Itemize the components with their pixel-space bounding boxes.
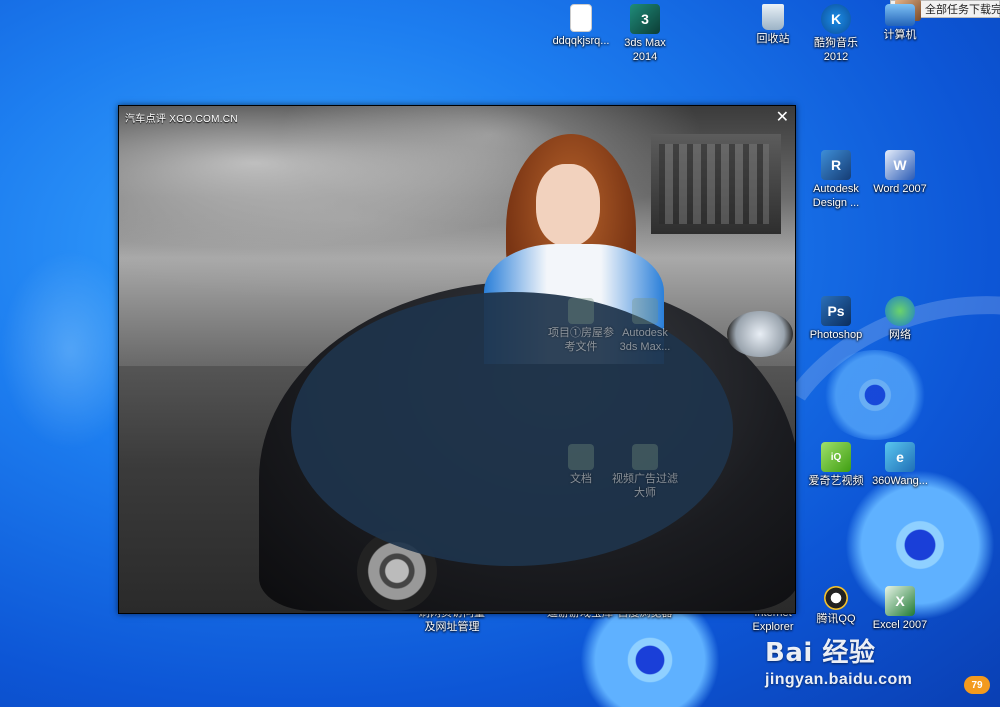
ghost-icon-3dsmax: Autodesk 3ds Max... <box>605 298 685 354</box>
desktop-icon-3dsmax-2014[interactable]: 3 3ds Max 2014 <box>611 4 679 64</box>
qq-penguin-icon <box>824 586 848 610</box>
ghost-icon-ad-filter: 视频广告过滤 大师 <box>605 444 685 500</box>
desktop-icon-kugou-music[interactable]: K 酷狗音乐 2012 <box>802 4 870 64</box>
ad-filter-icon <box>632 444 658 470</box>
desktop-icon-label: 网络 <box>889 329 911 341</box>
close-button[interactable]: ✕ <box>776 109 789 127</box>
document-icon <box>568 444 594 470</box>
desktop-icon-label: 计算机 <box>883 29 917 41</box>
desktop-icon-network[interactable]: 网络 <box>866 296 934 342</box>
desktop-icon-computer[interactable]: 计算机 <box>866 4 934 42</box>
desktop-icon-label: Word 2007 <box>873 183 927 195</box>
desktop-icon-label: ddqqkjsrq... <box>552 35 610 47</box>
desktop-icon-360-browser[interactable]: e 360Wang... <box>866 442 934 488</box>
watermark-url: jingyan.baidu.com <box>765 671 913 688</box>
network-icon <box>885 296 915 326</box>
desktop-icon-label: 腾讯QQ <box>816 613 856 625</box>
iqiyi-icon: iQ <box>821 442 851 472</box>
desktop-icon-label: 3ds Max 2014 <box>624 37 666 63</box>
desktop-icon-word-2007[interactable]: W Word 2007 <box>866 150 934 196</box>
car-headlight <box>727 311 793 357</box>
word-icon: W <box>885 150 915 180</box>
file-icon <box>570 4 592 32</box>
desktop-icon-label: 酷狗音乐 2012 <box>814 37 858 63</box>
desktop: 全部任务下载完 ddqqkjsrq... 3 3ds Max 2014 回收站 … <box>0 0 1000 707</box>
flower-decoration <box>820 350 930 440</box>
model-face <box>536 164 600 246</box>
desktop-icon-ddqqkjsrq[interactable]: ddqqkjsrq... <box>547 4 615 48</box>
photoshop-icon: Ps <box>821 296 851 326</box>
desktop-icon-iqiyi[interactable]: iQ 爱奇艺视频 <box>802 442 870 488</box>
kugou-music-icon: K <box>821 4 851 34</box>
folder-icon <box>568 298 594 324</box>
excel-icon: X <box>885 586 915 616</box>
baidu-jingyan-watermark: Bai 经验 jingyan.baidu.com <box>765 632 965 689</box>
desktop-icon-excel-2007[interactable]: X Excel 2007 <box>866 586 934 632</box>
3dsmax-icon: 3 <box>630 4 660 34</box>
desktop-icon-label: Photoshop <box>809 329 863 341</box>
3dsmax-icon <box>632 298 658 324</box>
recycle-bin-icon <box>762 4 784 30</box>
popup-title: 汽车点评 XGO.COM.CN <box>125 114 238 125</box>
network-speed-badge[interactable]: 79 <box>964 676 990 694</box>
baidu-logo: Bai 经验 <box>765 638 876 668</box>
desktop-icon-label: 回收站 <box>756 33 790 45</box>
ghost-icon-label: Autodesk 3ds Max... <box>619 327 671 353</box>
desktop-icon-recycle-bin[interactable]: 回收站 <box>739 4 807 46</box>
desktop-icon-autodesk-design[interactable]: R Autodesk Design ... <box>802 150 870 210</box>
desktop-icon-label: Autodesk Design ... <box>812 183 860 209</box>
desktop-icon-qq[interactable]: 腾讯QQ <box>802 586 870 626</box>
ghost-icon-label: 视频广告过滤 大师 <box>612 473 678 499</box>
360-browser-icon: e <box>885 442 915 472</box>
desktop-icon-label: Excel 2007 <box>872 619 928 631</box>
autodesk-design-icon: R <box>821 150 851 180</box>
computer-icon <box>885 4 915 26</box>
desktop-icon-label: 爱奇艺视频 <box>808 475 864 487</box>
ghost-icon-label: 文档 <box>570 473 592 485</box>
desktop-icon-label: 360Wang... <box>872 475 928 487</box>
desktop-icon-photoshop[interactable]: Ps Photoshop <box>802 296 870 342</box>
